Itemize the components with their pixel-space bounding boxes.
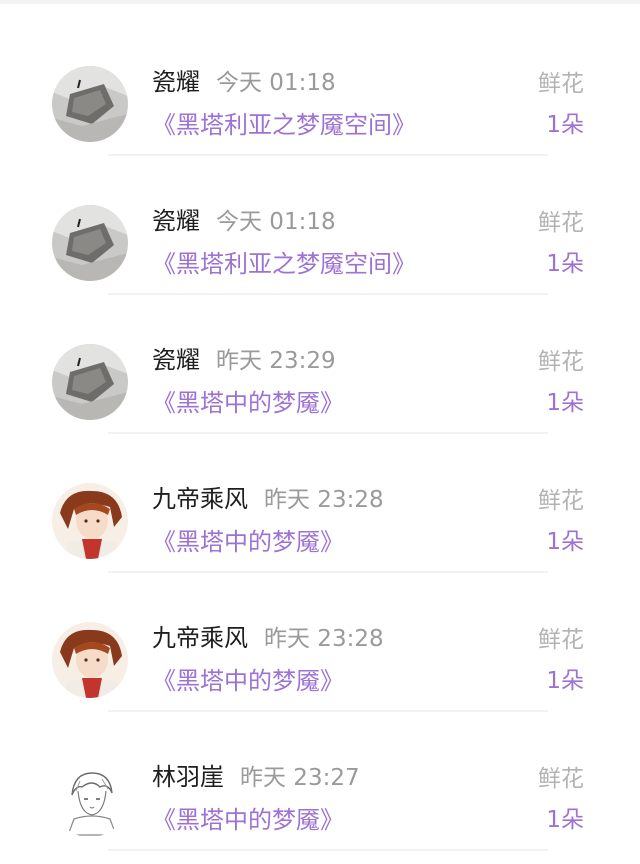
user-name: 九帝乘风 昨天 23:28 xyxy=(152,621,384,656)
user-name-text: 九帝乘风 xyxy=(152,624,248,652)
gift-record-row[interactable]: 瓷耀 今天 01:18 《黑塔利亚之梦魇空间》 鲜花 1朵 xyxy=(0,17,640,156)
gift-type-label: 鲜花 xyxy=(538,766,584,792)
gift-time: 昨天 23:28 xyxy=(264,487,384,513)
gift-record-row[interactable]: 九帝乘风 昨天 23:28 《黑塔中的梦魇》 鲜花 1朵 xyxy=(0,573,640,712)
gift-record-row[interactable]: 瓷耀 昨天 23:29 《黑塔中的梦魇》 鲜花 1朵 xyxy=(0,295,640,434)
user-name-text: 九帝乘风 xyxy=(152,485,248,513)
user-name-text: 林羽崖 xyxy=(152,763,224,791)
gift-time: 昨天 23:27 xyxy=(240,765,360,791)
avatar[interactable] xyxy=(52,344,128,420)
user-name-text: 瓷耀 xyxy=(152,68,200,96)
avatar-stone-image xyxy=(52,344,128,420)
avatar-sketch-image xyxy=(52,761,128,837)
avatar-stone-image xyxy=(52,66,128,142)
gift-count: 1朵 xyxy=(546,807,584,833)
avatar-anime-image xyxy=(52,622,128,698)
gift-record-row[interactable]: 九帝乘风 昨天 23:28 《黑塔中的梦魇》 鲜花 1朵 xyxy=(0,434,640,573)
gift-count: 1朵 xyxy=(546,529,584,555)
user-name: 瓷耀 今天 01:18 xyxy=(152,204,336,239)
avatar[interactable] xyxy=(52,205,128,281)
book-title-link[interactable]: 《黑塔利亚之梦魇空间》 xyxy=(152,108,416,142)
avatar-anime-image xyxy=(52,483,128,559)
gift-time: 今天 01:18 xyxy=(216,70,336,96)
gift-count: 1朵 xyxy=(546,668,584,694)
gift-type-label: 鲜花 xyxy=(538,349,584,375)
avatar[interactable] xyxy=(52,761,128,837)
gift-record-row[interactable]: 瓷耀 今天 01:18 《黑塔利亚之梦魇空间》 鲜花 1朵 xyxy=(0,156,640,295)
avatar[interactable] xyxy=(52,66,128,142)
avatar[interactable] xyxy=(52,483,128,559)
gift-time: 今天 01:18 xyxy=(216,209,336,235)
gift-type-label: 鲜花 xyxy=(538,71,584,97)
gift-type-label: 鲜花 xyxy=(538,210,584,236)
user-name: 九帝乘风 昨天 23:28 xyxy=(152,482,384,517)
book-title-link[interactable]: 《黑塔中的梦魇》 xyxy=(152,525,344,559)
gift-time: 昨天 23:29 xyxy=(216,348,336,374)
book-title-link[interactable]: 《黑塔中的梦魇》 xyxy=(152,803,344,837)
gift-type-label: 鲜花 xyxy=(538,488,584,514)
book-title-link[interactable]: 《黑塔中的梦魇》 xyxy=(152,386,344,420)
book-title-link[interactable]: 《黑塔利亚之梦魇空间》 xyxy=(152,247,416,281)
gift-count: 1朵 xyxy=(546,251,584,277)
avatar[interactable] xyxy=(52,622,128,698)
user-name: 林羽崖 昨天 23:27 xyxy=(152,760,360,795)
gift-record-row[interactable]: 林羽崖 昨天 23:27 《黑塔中的梦魇》 鲜花 1朵 xyxy=(0,712,640,851)
gift-type-label: 鲜花 xyxy=(538,627,584,653)
gift-count: 1朵 xyxy=(546,112,584,138)
user-name-text: 瓷耀 xyxy=(152,346,200,374)
user-name: 瓷耀 昨天 23:29 xyxy=(152,343,336,378)
avatar-stone-image xyxy=(52,205,128,281)
gift-time: 昨天 23:28 xyxy=(264,626,384,652)
user-name-text: 瓷耀 xyxy=(152,207,200,235)
row-divider xyxy=(108,849,548,851)
user-name: 瓷耀 今天 01:18 xyxy=(152,65,336,100)
top-divider xyxy=(0,0,640,4)
book-title-link[interactable]: 《黑塔中的梦魇》 xyxy=(152,664,344,698)
gift-count: 1朵 xyxy=(546,390,584,416)
